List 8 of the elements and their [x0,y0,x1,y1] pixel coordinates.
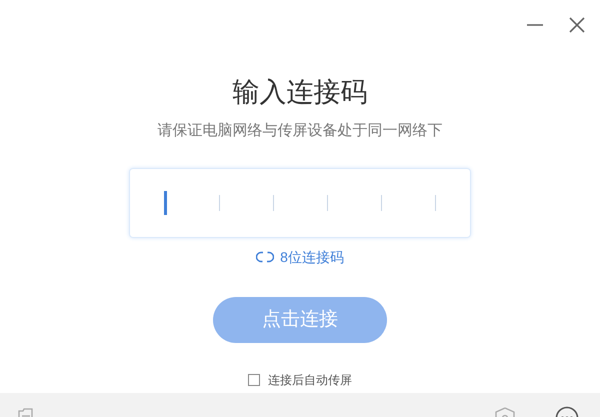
checkbox-label: 连接后自动传屏 [268,372,352,388]
close-icon[interactable] [568,16,586,34]
loop-icon [256,251,274,263]
page-title: 输入连接码 [232,76,368,109]
auto-cast-checkbox[interactable] [248,374,260,386]
subtitle: 请保证电脑网络与传屏设备处于同一网络下 [158,121,442,141]
code-input-field[interactable] [129,168,471,238]
switch-code-length-link[interactable]: 8位连接码 [256,247,344,267]
